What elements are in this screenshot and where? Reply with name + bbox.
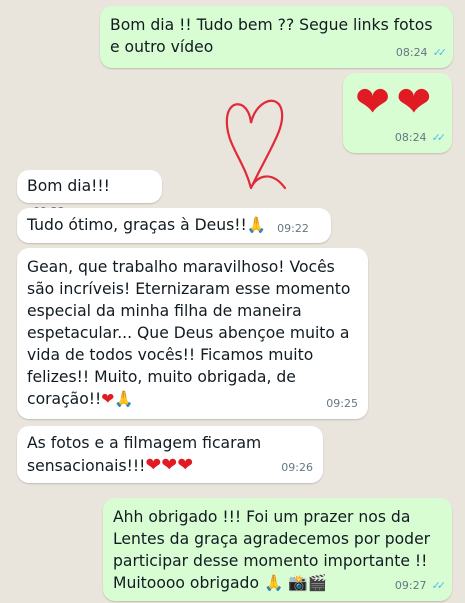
message-text: Tudo ótimo, graças à Deus!!: [27, 216, 247, 234]
heart-emoji: ❤: [396, 77, 432, 126]
message-meta: 09:26: [281, 457, 313, 479]
message-text: Bom dia !! Tudo bem ?? Segue links fotos…: [110, 16, 433, 56]
incoming-message-bubble[interactable]: Gean, que trabalho maravilhoso! Vocês sã…: [17, 248, 368, 419]
heart-pray-emoji: ❤🙏: [101, 390, 134, 408]
pray-emoji: 🙏: [246, 216, 267, 234]
read-receipt-icon: ✓✓: [431, 579, 447, 592]
message-text: Bom dia!!!: [27, 177, 110, 195]
message-time: 09:25: [326, 397, 358, 410]
message-meta: 08:24 ✓✓: [395, 42, 448, 64]
chat-thread: Bom dia !! Tudo bem ?? Segue links fotos…: [0, 0, 465, 603]
message-meta: 09:25: [326, 393, 358, 415]
hearts-emoji-row: ❤ ❤: [355, 81, 442, 123]
heart-doodle-sticker: [225, 99, 287, 190]
pray-camera-clapper-emoji: 🙏 📸🎬: [263, 574, 328, 592]
message-meta: 08:24 ✓✓: [394, 127, 447, 149]
incoming-message-bubble[interactable]: Bom dia!!! 09:22: [17, 170, 162, 218]
read-receipt-icon: ✓✓: [431, 131, 447, 144]
heart-emoji: ❤: [355, 77, 391, 126]
message-time: 08:24: [394, 131, 427, 144]
message-text: Gean, que trabalho maravilhoso! Vocês sã…: [27, 258, 351, 408]
message-time: 09:22: [277, 222, 309, 235]
heart-emoji: ❤❤❤: [145, 454, 194, 476]
outgoing-message-bubble[interactable]: Ahh obrigado !!! Foi um prazer nos da Le…: [103, 498, 452, 601]
outgoing-message-bubble[interactable]: ❤ ❤ 08:24 ✓✓: [343, 73, 452, 153]
incoming-message-bubble[interactable]: As fotos e a filmagem ficaram sensaciona…: [17, 426, 323, 483]
message-time: 08:24: [395, 46, 428, 59]
message-time: 09:27: [394, 579, 427, 592]
outgoing-message-bubble[interactable]: Bom dia !! Tudo bem ?? Segue links fotos…: [100, 6, 453, 68]
message-time: 09:26: [281, 461, 313, 474]
incoming-message-bubble[interactable]: Tudo ótimo, graças à Deus!!🙏 09:22: [17, 208, 331, 243]
read-receipt-icon: ✓✓: [432, 46, 448, 59]
message-meta: 09:27 ✓✓: [394, 575, 447, 597]
